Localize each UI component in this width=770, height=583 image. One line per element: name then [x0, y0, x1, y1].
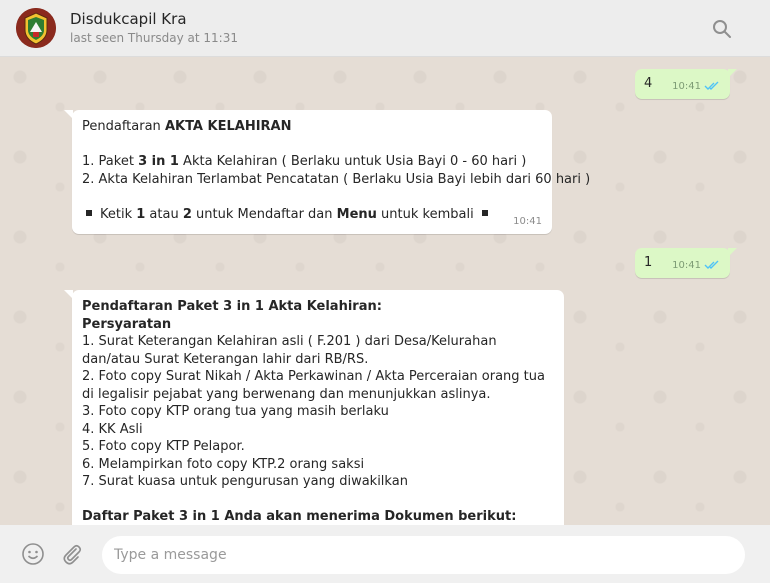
message-meta: 10:41	[513, 213, 542, 231]
outgoing-message[interactable]: 1 10:41	[635, 248, 730, 278]
requirement-item: 6. Melampirkan foto copy KTP.2 orang sak…	[82, 456, 365, 472]
requirement-item: 2. Foto copy Surat Nikah / Akta Perkawin…	[82, 369, 545, 402]
search-icon[interactable]	[710, 17, 734, 41]
message-input[interactable]	[102, 536, 745, 574]
message-meta: 10:41	[672, 78, 720, 96]
message-time: 10:41	[672, 259, 701, 271]
incoming-message[interactable]: Pendaftaran Paket 3 in 1 Akta Kelahiran:…	[72, 290, 564, 525]
message-time: 10:41	[672, 80, 701, 92]
emoji-icon[interactable]	[21, 542, 45, 566]
message-text: 1	[644, 255, 653, 270]
paperclip-icon[interactable]	[60, 542, 84, 566]
contact-info[interactable]: Disdukcapil Kra last seen Thursday at 11…	[70, 10, 238, 45]
message-composer	[0, 525, 770, 583]
double-check-icon	[704, 260, 719, 270]
requirement-item: 3. Foto copy KTP orang tua yang masih be…	[82, 404, 389, 419]
contact-avatar[interactable]	[16, 8, 56, 48]
message-heading: Daftar Paket 3 in 1 Anda akan menerima D…	[82, 509, 517, 524]
contact-name: Disdukcapil Kra	[70, 10, 187, 29]
message-line: 2. Akta Kelahiran Terlambat Pencatatan (…	[82, 171, 591, 187]
bullet-square-icon	[481, 210, 488, 216]
double-check-icon	[704, 81, 719, 91]
chat-header: Disdukcapil Kra last seen Thursday at 11…	[0, 0, 770, 57]
requirement-item: 4. KK Asli	[82, 421, 143, 437]
message-subheading: Persyaratan	[82, 316, 172, 332]
requirement-item: 5. Foto copy KTP Pelapor.	[82, 439, 245, 454]
message-input-box[interactable]	[102, 536, 745, 574]
regency-emblem-icon	[16, 8, 56, 48]
message-time: 10:41	[513, 215, 542, 227]
outgoing-message[interactable]: 4 10:41	[635, 69, 730, 99]
bubble-tail	[728, 69, 737, 78]
message-meta: 10:41	[672, 257, 720, 275]
message-line: Pendaftaran AKTA KELAHIRAN	[82, 119, 292, 134]
bubble-tail	[64, 110, 73, 119]
bubble-tail	[728, 248, 737, 257]
message-line: 1. Paket 3 in 1 Akta Kelahiran ( Berlaku…	[82, 154, 527, 169]
last-seen-status: last seen Thursday at 11:31	[70, 31, 238, 46]
bubble-tail	[64, 290, 73, 299]
requirement-item: 7. Surat kuasa untuk pengurusan yang diw…	[82, 474, 408, 489]
message-list[interactable]: 4 10:41 Pendaftaran AKTA KELAHIRAN 1. Pa…	[0, 57, 770, 525]
message-text: 4	[644, 76, 653, 91]
requirement-item: 1. Surat Keterangan Kelahiran asli ( F.2…	[82, 334, 497, 367]
incoming-message[interactable]: Pendaftaran AKTA KELAHIRAN 1. Paket 3 in…	[72, 110, 590, 234]
message-heading: Pendaftaran Paket 3 in 1 Akta Kelahiran:	[82, 299, 382, 314]
bullet-square-icon	[86, 210, 92, 216]
